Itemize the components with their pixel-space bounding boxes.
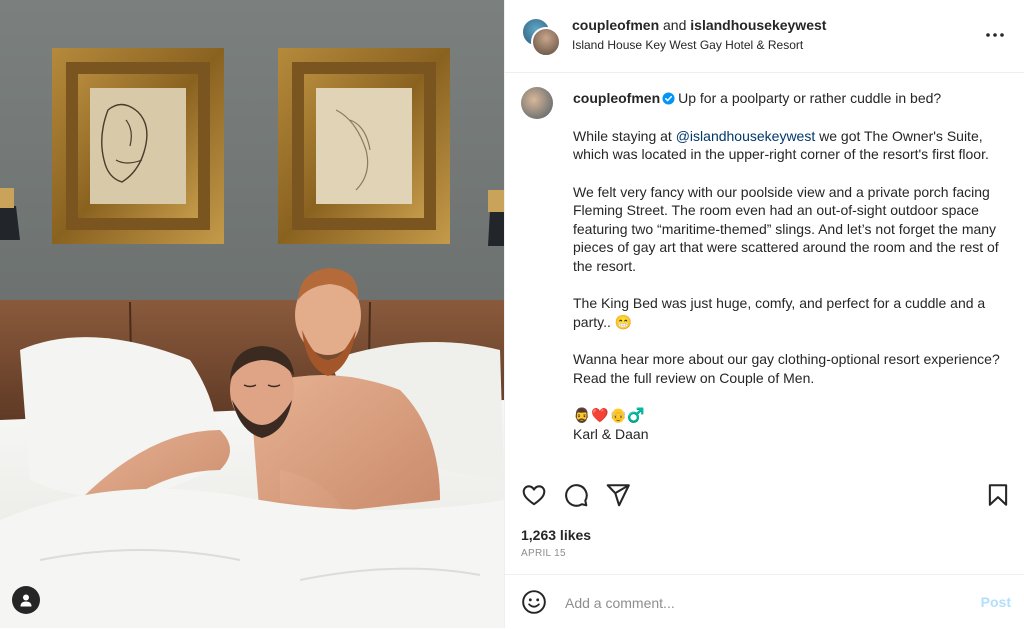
likes-count[interactable]: 1,263 likes (521, 527, 591, 543)
user-tag-icon (20, 594, 32, 607)
header-user-1[interactable]: coupleofmen (572, 17, 659, 33)
comment-input[interactable] (563, 590, 957, 616)
caption-signoff: Karl & Daan (573, 425, 649, 442)
comment-icon (565, 484, 588, 507)
save-button[interactable] (985, 482, 1011, 508)
verified-badge-icon (662, 92, 675, 105)
action-bar (505, 470, 1024, 522)
post-header: coupleofmen and islandhousekeywest Islan… (505, 0, 1024, 73)
header-and-text: and (663, 17, 687, 33)
comment-button[interactable] (563, 482, 589, 508)
post-comment-button[interactable]: Post (981, 594, 1011, 610)
caption-mention[interactable]: @islandhousekeywest (676, 128, 816, 144)
more-options-icon (986, 33, 1004, 37)
caption-paragraph-3: We felt very fancy with our poolside vie… (573, 183, 999, 274)
post-panel: coupleofmen and islandhousekeywest Islan… (504, 0, 1024, 628)
header-usernames: coupleofmen and islandhousekeywest (572, 17, 826, 33)
share-button[interactable] (605, 482, 631, 508)
header-user-2[interactable]: islandhousekeywest (690, 17, 826, 33)
like-button[interactable] (521, 482, 547, 508)
avatar-coupleofmen (531, 27, 561, 57)
post-photo[interactable] (0, 0, 504, 628)
caption-first-line: Up for a poolparty or rather cuddle in b… (678, 90, 942, 106)
caption-paragraph-5: Wanna hear more about our gay clothing-o… (573, 351, 1000, 386)
painting-right (278, 48, 450, 244)
share-icon (606, 484, 630, 507)
caption-avatar[interactable] (521, 87, 553, 119)
location-link[interactable]: Island House Key West Gay Hotel & Resort (572, 38, 803, 52)
post-photo-illustration (0, 0, 504, 628)
comment-bar: Post (505, 574, 1024, 629)
caption-text: coupleofmen Up for a poolparty or rather… (573, 89, 1003, 443)
caption-emoji-line: 🧔‍♂️❤️👴‍♂️ (573, 407, 646, 423)
more-options-button[interactable] (984, 26, 1006, 44)
post-date[interactable]: APRIL 15 (521, 548, 566, 559)
painting-left (52, 48, 224, 244)
user-tag-button[interactable] (12, 586, 40, 614)
emoji-icon (522, 590, 546, 614)
caption-p2-before: While staying at (573, 127, 676, 144)
caption-username[interactable]: coupleofmen (573, 90, 660, 106)
collab-avatars[interactable] (521, 17, 561, 57)
caption-area: coupleofmen Up for a poolparty or rather… (505, 73, 1024, 468)
heart-icon (522, 485, 546, 506)
bookmark-icon (988, 484, 1008, 506)
emoji-picker-button[interactable] (521, 589, 547, 615)
caption-paragraph-4: The King Bed was just huge, comfy, and p… (573, 295, 986, 330)
